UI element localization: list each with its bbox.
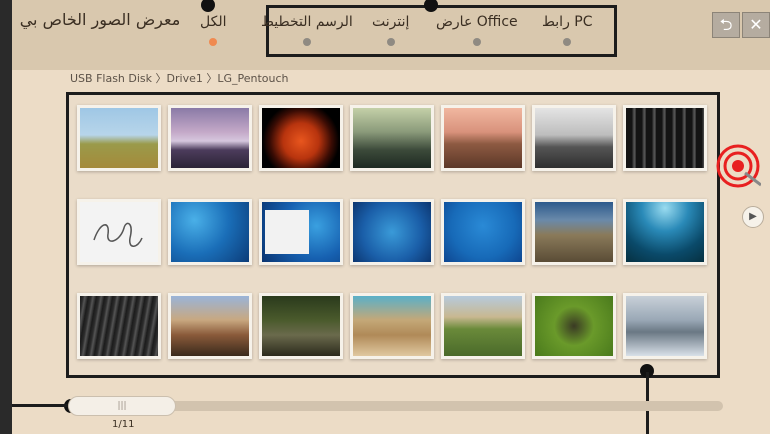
- thumbnail-8[interactable]: [77, 199, 161, 265]
- tab-drawing-dot: [302, 38, 311, 46]
- thumbnail-21[interactable]: [623, 293, 707, 359]
- thumbnail-10-white-patch: [265, 210, 309, 254]
- thumbnail-2[interactable]: [168, 105, 252, 171]
- close-button[interactable]: ✕: [742, 12, 770, 38]
- thumbnail-16[interactable]: [168, 293, 252, 359]
- thumbnail-15[interactable]: [77, 293, 161, 359]
- app-title: معرض الصور الخاص بي: [19, 10, 181, 29]
- chevron-right-icon: ▶: [749, 211, 757, 222]
- thumbnail-7[interactable]: [623, 105, 707, 171]
- thumbnail-20[interactable]: [532, 293, 616, 359]
- thumbnail-3[interactable]: [259, 105, 343, 171]
- thumbnail-6[interactable]: [532, 105, 616, 171]
- thumbnail-11[interactable]: [350, 199, 434, 265]
- thumbnail-10[interactable]: [259, 199, 343, 265]
- thumbnail-1[interactable]: [77, 105, 161, 171]
- tab-internet[interactable]: إنترنت: [372, 14, 410, 46]
- close-icon: ✕: [749, 15, 763, 34]
- tab-drawing[interactable]: الرسم التخطيط: [261, 14, 353, 46]
- tap-target-icon: [716, 144, 761, 188]
- tab-group-callout-box: [266, 5, 617, 57]
- thumbnail-12[interactable]: [441, 199, 525, 265]
- tab-office-viewer[interactable]: عارض Office: [436, 14, 518, 46]
- tab-all-label: الكل: [200, 14, 227, 30]
- thumbnail-grid: [66, 92, 720, 378]
- header-bar: معرض الصور الخاص بي الكل الرسم التخطيط إ…: [12, 0, 770, 70]
- thumbnail-14[interactable]: [623, 199, 707, 265]
- tab-pc-link[interactable]: رابط PC: [542, 14, 593, 46]
- tab-drawing-label: الرسم التخطيط: [261, 14, 353, 30]
- tab-office-viewer-dot: [472, 38, 481, 46]
- callout-line-scrollbar: [12, 404, 68, 407]
- tab-internet-dot: [386, 38, 395, 46]
- thumbnail-18[interactable]: [350, 293, 434, 359]
- tab-office-viewer-label: عارض Office: [436, 14, 518, 30]
- breadcrumb: USB Flash Disk 〉Drive1 〉LG_Pentouch: [70, 72, 289, 85]
- left-edge-strip: [0, 0, 12, 434]
- tab-all-active-dot: [209, 38, 218, 46]
- back-icon: ⮌: [719, 15, 733, 34]
- page-indicator: 1/11: [112, 419, 135, 430]
- page-scrollbar-thumb[interactable]: |||: [68, 396, 176, 416]
- next-page-button[interactable]: ▶: [742, 206, 764, 228]
- handwriting-sketch-icon: [93, 222, 143, 247]
- thumbnail-13[interactable]: [532, 199, 616, 265]
- tab-internet-label: إنترنت: [372, 14, 410, 30]
- thumbnail-17[interactable]: [259, 293, 343, 359]
- thumbnail-19[interactable]: [441, 293, 525, 359]
- photo-gallery-app: معرض الصور الخاص بي الكل الرسم التخطيط إ…: [12, 0, 770, 434]
- thumbnail-4[interactable]: [350, 105, 434, 171]
- back-button[interactable]: ⮌: [712, 12, 740, 38]
- tab-pc-link-label: رابط PC: [542, 14, 593, 30]
- tab-all[interactable]: الكل: [200, 14, 227, 46]
- thumbnail-5[interactable]: [441, 105, 525, 171]
- thumbnail-9[interactable]: [168, 199, 252, 265]
